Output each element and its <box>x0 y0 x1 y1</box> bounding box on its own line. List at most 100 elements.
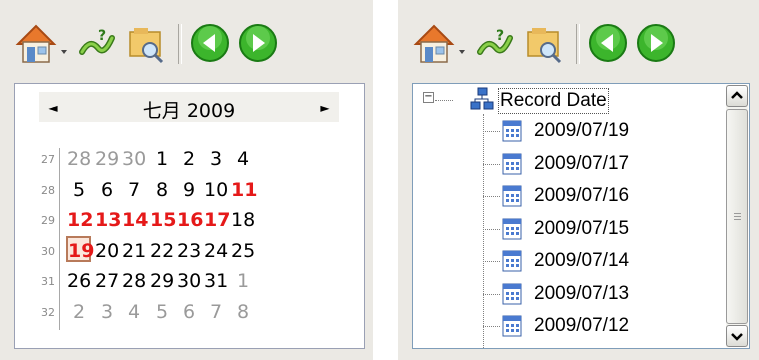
next-month-button[interactable]: ► <box>315 99 335 117</box>
month-year-label[interactable]: 七月 2009 <box>99 96 279 123</box>
calendar-day[interactable]: 17 <box>204 208 230 232</box>
scroll-grip-line <box>734 216 741 217</box>
calendar-day[interactable]: 13 <box>95 208 121 232</box>
svg-text:?: ? <box>496 28 504 44</box>
calendar-day[interactable]: 10 <box>204 178 228 202</box>
calendar-day[interactable]: 3 <box>95 300 119 324</box>
calendar-day[interactable]: 30 <box>177 269 201 293</box>
date-node-label[interactable]: 2009/07/17 <box>534 153 629 175</box>
search-folder-button[interactable] <box>522 20 566 66</box>
calendar-panel: ? ◄ 七月 2009 ► 27 28 29 30 1 2 3 4 28 5 6… <box>0 0 373 360</box>
calendar-day[interactable]: 22 <box>150 239 174 263</box>
calendar-day[interactable]: 21 <box>122 239 146 263</box>
date-node-label[interactable]: 2009/07/13 <box>534 283 629 305</box>
search-folder-button[interactable] <box>124 20 168 66</box>
calendar-day[interactable]: 3 <box>204 147 228 171</box>
node-connector <box>483 163 500 165</box>
home-dropdown-arrow[interactable] <box>458 41 466 54</box>
calendar-day[interactable]: 30 <box>122 147 146 171</box>
vertical-scrollbar[interactable] <box>726 85 748 347</box>
link-button[interactable]: ? <box>76 20 120 66</box>
calendar-day[interactable]: 1 <box>231 269 255 293</box>
date-tree-node[interactable]: 2009/07/16 <box>413 180 723 212</box>
date-tree-node[interactable]: 2009/07/12 <box>413 310 723 342</box>
calendar-day[interactable]: 31 <box>204 269 228 293</box>
node-connector <box>483 131 500 132</box>
toolbar: ? <box>398 20 759 70</box>
calendar-day[interactable]: 7 <box>204 300 228 324</box>
toolbar: ? <box>0 20 373 70</box>
scroll-up-button[interactable] <box>726 85 748 107</box>
calendar-day[interactable]: 23 <box>177 239 201 263</box>
date-node-label[interactable]: 2009/07/19 <box>534 120 629 142</box>
date-tree-node[interactable]: 2009/07/19 <box>413 115 723 147</box>
toolbar-separator <box>178 24 182 64</box>
calendar-week-row: 29 12 13 14 15 16 17 18 <box>15 207 345 235</box>
calendar-day[interactable]: 25 <box>231 239 255 263</box>
calendar-day[interactable]: 26 <box>67 269 91 293</box>
record-date-tree: − Record Date 2009/07/19 2009/07/17 2009/0… <box>412 83 750 349</box>
calendar-day[interactable]: 18 <box>231 208 255 232</box>
calendar-record-icon <box>502 315 522 337</box>
home-button[interactable] <box>412 20 456 66</box>
calendar-day[interactable]: 28 <box>67 147 91 171</box>
date-node-label[interactable]: 2009/07/15 <box>534 218 629 240</box>
calendar-record-icon <box>502 153 522 175</box>
month-calendar: ◄ 七月 2009 ► 27 28 29 30 1 2 3 4 28 5 6 7 8 9 10 11 29 12 1… <box>14 83 365 349</box>
node-connector <box>483 196 500 197</box>
calendar-day[interactable]: 24 <box>204 239 228 263</box>
week-number: 30 <box>41 244 55 258</box>
calendar-day[interactable]: 29 <box>150 269 174 293</box>
calendar-day[interactable]: 14 <box>122 208 148 232</box>
calendar-day[interactable]: 6 <box>95 178 119 202</box>
calendar-week-row: 31 26 27 28 29 30 31 1 <box>15 268 345 296</box>
calendar-week-row: 32 2 3 4 5 6 7 8 <box>15 299 345 327</box>
date-node-label[interactable]: 2009/07/16 <box>534 185 629 207</box>
date-tree-node[interactable]: 2009/07/14 <box>413 245 723 277</box>
calendar-day[interactable]: 11 <box>231 178 257 202</box>
root-node[interactable] <box>470 87 494 111</box>
calendar-day[interactable]: 16 <box>177 208 203 232</box>
calendar-day[interactable]: 2 <box>67 300 91 324</box>
date-tree-node[interactable]: 2009/07/15 <box>413 213 723 245</box>
calendar-day[interactable]: 4 <box>122 300 146 324</box>
date-tree-node[interactable]: 2009/07/13 <box>413 278 723 310</box>
calendar-day[interactable]: 28 <box>122 269 146 293</box>
back-button[interactable] <box>188 20 232 66</box>
forward-button[interactable] <box>634 20 678 66</box>
back-button[interactable] <box>586 20 630 66</box>
calendar-day[interactable]: 12 <box>67 208 93 232</box>
scroll-down-button[interactable] <box>726 325 748 347</box>
calendar-day[interactable]: 8 <box>150 178 174 202</box>
link-button[interactable]: ? <box>474 20 518 66</box>
date-tree-node[interactable]: 2009/07/17 <box>413 148 723 180</box>
date-node-label[interactable]: 2009/07/12 <box>534 315 629 337</box>
calendar-day[interactable]: 9 <box>177 178 201 202</box>
calendar-day[interactable]: 6 <box>177 300 201 324</box>
calendar-day[interactable]: 7 <box>122 178 146 202</box>
date-node-label[interactable]: 2009/07/14 <box>534 250 629 272</box>
toolbar-separator <box>576 24 580 64</box>
scroll-thumb[interactable] <box>726 109 748 324</box>
calendar-record-icon <box>502 218 522 240</box>
calendar-day[interactable]: 5 <box>67 178 91 202</box>
home-dropdown-arrow[interactable] <box>60 41 68 54</box>
scroll-grip-line <box>734 219 741 220</box>
calendar-day[interactable]: 20 <box>95 239 119 263</box>
calendar-day[interactable]: 29 <box>95 147 119 171</box>
calendar-day-today[interactable]: 19 <box>66 235 94 262</box>
calendar-day[interactable]: 4 <box>231 147 255 171</box>
root-collapse-toggle[interactable]: − <box>423 92 434 103</box>
previous-month-button[interactable]: ◄ <box>43 99 63 117</box>
calendar-day[interactable]: 2 <box>177 147 201 171</box>
forward-button[interactable] <box>236 20 280 66</box>
root-node-label[interactable]: Record Date <box>498 88 609 114</box>
calendar-day[interactable]: 5 <box>150 300 174 324</box>
calendar-day[interactable]: 27 <box>95 269 119 293</box>
calendar-day[interactable]: 1 <box>150 147 174 171</box>
calendar-day[interactable]: 8 <box>231 300 255 324</box>
home-button[interactable] <box>14 20 58 66</box>
week-number: 27 <box>41 153 55 166</box>
calendar-day[interactable]: 15 <box>150 208 176 232</box>
chevron-down-icon <box>731 333 743 341</box>
